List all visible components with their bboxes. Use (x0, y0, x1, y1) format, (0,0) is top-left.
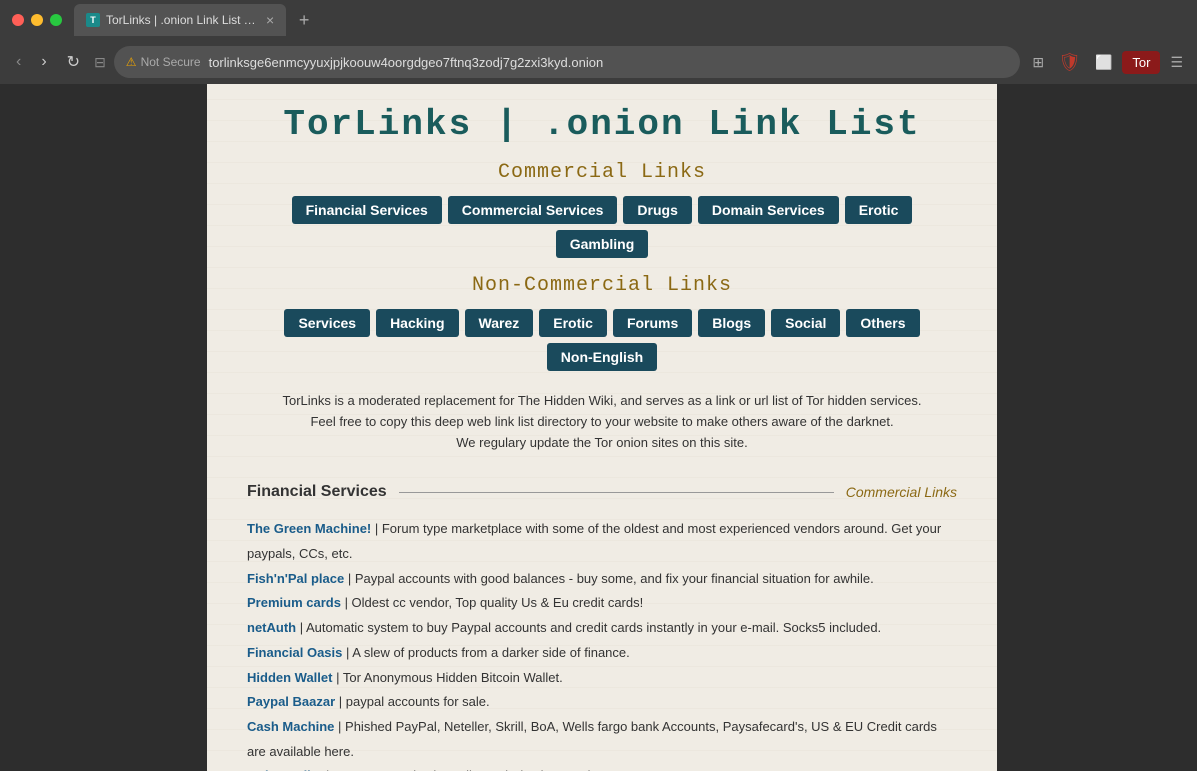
active-tab[interactable]: T TorLinks | .onion Link List The H × (74, 4, 286, 36)
erotic-nc-tag[interactable]: Erotic (539, 309, 607, 337)
not-secure-label: Not Secure (141, 55, 201, 69)
list-item: Hidden Wallet | Tor Anonymous Hidden Bit… (247, 666, 957, 691)
grid-icon[interactable]: ⊞ (1028, 50, 1048, 75)
warning-icon: ⚠ (126, 55, 137, 69)
minimize-traffic-light[interactable] (31, 14, 43, 26)
hidden-wallet-link[interactable]: Hidden Wallet (247, 670, 332, 685)
financial-section-divider: Financial Services Commercial Links (247, 483, 957, 501)
traffic-lights (12, 14, 62, 26)
financial-oasis-desc: | A slew of products from a darker side … (346, 645, 630, 660)
shield-icon[interactable]: 🛡 (1054, 48, 1085, 77)
forward-button[interactable]: › (35, 51, 52, 73)
domain-services-tag[interactable]: Domain Services (698, 196, 839, 224)
premium-cards-desc: | Oldest cc vendor, Top quality Us & Eu … (345, 595, 644, 610)
tab-favicon: T (86, 13, 100, 27)
financial-link-list: The Green Machine! | Forum type marketpl… (247, 517, 957, 771)
new-tab-button[interactable]: + (290, 6, 318, 34)
address-text: torlinksge6enmcyyuxjpjkoouw4oorgdgeo7ftn… (209, 55, 1009, 70)
services-tag[interactable]: Services (284, 309, 370, 337)
blogs-tag[interactable]: Blogs (698, 309, 765, 337)
tab-title: TorLinks | .onion Link List The H (106, 13, 256, 27)
green-machine-link[interactable]: The Green Machine! (247, 521, 371, 536)
premium-cards-link[interactable]: Premium cards (247, 595, 341, 610)
maximize-traffic-light[interactable] (50, 14, 62, 26)
description-line-1: TorLinks is a moderated replacement for … (283, 393, 922, 408)
bookmark-button[interactable]: ⊟ (94, 54, 106, 71)
non-commercial-nav-buttons: Services Hacking Warez Erotic Forums Blo… (247, 309, 957, 371)
close-traffic-light[interactable] (12, 14, 24, 26)
nav-bar: ‹ › ↻ ⊟ ⚠ Not Secure torlinksge6enmcyyux… (0, 40, 1197, 84)
site-title: TorLinks | .onion Link List (247, 104, 957, 145)
financial-oasis-link[interactable]: Financial Oasis (247, 645, 342, 660)
social-tag[interactable]: Social (771, 309, 840, 337)
paypal-baazar-link[interactable]: Paypal Baazar (247, 694, 335, 709)
commercial-nav-buttons: Financial Services Commercial Services D… (247, 196, 957, 258)
hacking-tag[interactable]: Hacking (376, 309, 458, 337)
non-english-tag[interactable]: Non-English (547, 343, 657, 371)
hidden-wallet-desc: | Tor Anonymous Hidden Bitcoin Wallet. (336, 670, 563, 685)
list-item: OnionWallet | Anonymous Bitcoin Wallet a… (247, 764, 957, 771)
tab-close-button[interactable]: × (266, 12, 274, 28)
netauth-link[interactable]: netAuth (247, 620, 296, 635)
non-commercial-links-header: Non-Commercial Links (247, 274, 957, 297)
site-description: TorLinks is a moderated replacement for … (247, 391, 957, 453)
fishpal-desc: | Paypal accounts with good balances - b… (348, 571, 874, 586)
list-item: The Green Machine! | Forum type marketpl… (247, 517, 957, 566)
gambling-tag[interactable]: Gambling (556, 230, 649, 258)
fishpal-link[interactable]: Fish'n'Pal place (247, 571, 344, 586)
others-tag[interactable]: Others (846, 309, 919, 337)
warez-tag[interactable]: Warez (465, 309, 534, 337)
back-button[interactable]: ‹ (10, 51, 27, 73)
financial-services-tag[interactable]: Financial Services (292, 196, 442, 224)
forums-tag[interactable]: Forums (613, 309, 692, 337)
list-item: Fish'n'Pal place | Paypal accounts with … (247, 567, 957, 592)
cash-machine-desc: | Phished PayPal, Neteller, Skrill, BoA,… (247, 719, 937, 759)
commercial-services-tag[interactable]: Commercial Services (448, 196, 618, 224)
list-item: netAuth | Automatic system to buy Paypal… (247, 616, 957, 641)
financial-section-type: Commercial Links (846, 484, 957, 500)
tab-bar: T TorLinks | .onion Link List The H × + (74, 4, 1185, 36)
erotic-tag[interactable]: Erotic (845, 196, 913, 224)
description-line-2: Feel free to copy this deep web link lis… (310, 414, 893, 429)
not-secure-indicator: ⚠ Not Secure (126, 55, 201, 69)
list-item: Premium cards | Oldest cc vendor, Top qu… (247, 591, 957, 616)
financial-section-title: Financial Services (247, 483, 387, 501)
list-item: Paypal Baazar | paypal accounts for sale… (247, 690, 957, 715)
paypal-baazar-desc: | paypal accounts for sale. (339, 694, 490, 709)
page-content: TorLinks | .onion Link List Commercial L… (207, 84, 997, 771)
address-bar[interactable]: ⚠ Not Secure torlinksge6enmcyyuxjpjkoouw… (114, 46, 1021, 78)
refresh-button[interactable]: ↻ (61, 50, 86, 74)
sidebar-background (0, 84, 207, 771)
divider-line (399, 492, 834, 493)
commercial-links-header: Commercial Links (247, 161, 957, 184)
drugs-tag[interactable]: Drugs (623, 196, 691, 224)
list-item: Cash Machine | Phished PayPal, Neteller,… (247, 715, 957, 764)
menu-icon[interactable]: ☰ (1166, 50, 1187, 75)
tor-button[interactable]: Tor (1122, 51, 1160, 74)
description-line-3: We regulary update the Tor onion sites o… (456, 435, 747, 450)
sidebar-toggle-icon[interactable]: ⬜ (1091, 50, 1116, 75)
netauth-desc: | Automatic system to buy Paypal account… (300, 620, 881, 635)
nav-right-controls: ⊞ 🛡 ⬜ Tor ☰ (1028, 48, 1187, 77)
list-item: Financial Oasis | A slew of products fro… (247, 641, 957, 666)
cash-machine-link[interactable]: Cash Machine (247, 719, 334, 734)
